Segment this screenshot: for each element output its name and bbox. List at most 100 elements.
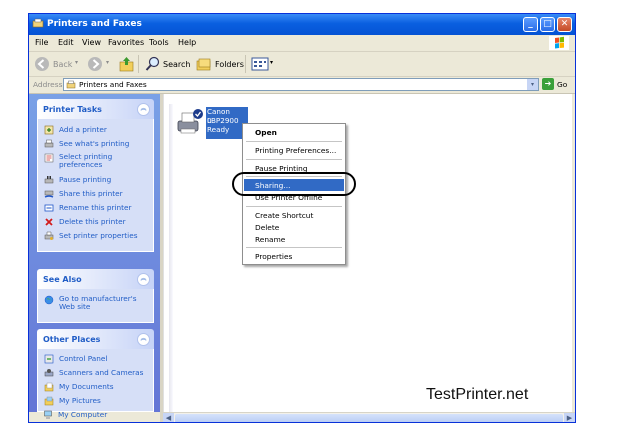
- scrollbar-thumb[interactable]: [175, 414, 563, 422]
- task-label: Set printer properties: [59, 231, 138, 240]
- other-places-panel: Control Panel Scanners and Cameras My Do…: [37, 349, 154, 412]
- globe-icon: [44, 295, 54, 305]
- printer-status: Ready: [207, 125, 230, 134]
- ctx-preferences-label: Printing Preferences...: [255, 146, 337, 155]
- views-icon[interactable]: [251, 56, 269, 72]
- see-also-title: See Also: [43, 275, 82, 284]
- collapse-chevron-icon[interactable]: ︽: [137, 103, 150, 116]
- windows-logo-icon: [549, 36, 569, 50]
- see-also-header[interactable]: See Also ︽: [37, 269, 154, 289]
- scanner-camera-icon: [44, 369, 54, 377]
- address-dropdown-icon[interactable]: ▾: [527, 79, 538, 90]
- ctx-properties[interactable]: Properties: [244, 250, 344, 262]
- folders-icon[interactable]: [196, 56, 212, 72]
- place-label: My Pictures: [59, 396, 101, 405]
- ctx-rename-label: Rename: [255, 235, 286, 244]
- pictures-folder-icon: [44, 396, 54, 406]
- folders-button-label[interactable]: Folders: [215, 60, 244, 69]
- back-dropdown-icon[interactable]: ▾: [75, 59, 78, 66]
- menu-edit[interactable]: Edit: [58, 38, 74, 47]
- printer-tasks-header[interactable]: Printer Tasks ︽: [37, 99, 154, 119]
- printer-queue-count: 0: [207, 116, 212, 125]
- task-pane: Printer Tasks ︽ Add a printer See what's…: [29, 94, 160, 419]
- place-label: My Computer: [58, 410, 108, 419]
- ctx-separator: [246, 159, 342, 160]
- collapse-chevron-icon[interactable]: ︽: [137, 273, 150, 286]
- ctx-create-shortcut[interactable]: Create Shortcut: [244, 209, 344, 221]
- scroll-right-arrow-icon[interactable]: ▶: [564, 413, 575, 422]
- ctx-delete[interactable]: Delete: [244, 221, 344, 233]
- up-folder-icon[interactable]: [119, 56, 134, 72]
- maximize-button[interactable]: □: [540, 17, 555, 32]
- ctx-rename[interactable]: Rename: [244, 233, 344, 245]
- address-value: Printers and Faxes: [79, 80, 147, 89]
- ctx-printing-preferences[interactable]: Printing Preferences...: [244, 144, 344, 156]
- ctx-shortcut-label: Create Shortcut: [255, 211, 314, 220]
- properties-icon: [44, 231, 54, 240]
- back-arrow-icon[interactable]: [34, 56, 50, 72]
- file-view: Canon LBP2900 0 Ready: [163, 94, 572, 414]
- views-dropdown-icon[interactable]: ▾: [270, 59, 273, 66]
- window-title: Printers and Faxes: [47, 19, 142, 29]
- sharing-highlight-ring: [232, 172, 356, 196]
- task-label: Go to manufacturer's Web site: [59, 294, 137, 311]
- menu-view[interactable]: View: [82, 38, 101, 47]
- printer-name: Canon LBP2900: [207, 107, 239, 125]
- task-label: Add a printer: [59, 125, 107, 134]
- go-button-label[interactable]: Go: [557, 80, 567, 89]
- content-left-shade: [169, 104, 173, 414]
- search-button-label[interactable]: Search: [163, 60, 190, 69]
- watermark: TestPrinter.net: [426, 386, 529, 403]
- forward-arrow-icon[interactable]: [87, 56, 103, 72]
- printer-folder-icon: [32, 18, 44, 28]
- task-label: Rename this printer: [59, 203, 132, 212]
- menu-bar: File Edit View Favorites Tools Help: [29, 35, 575, 52]
- printer-item[interactable]: Canon LBP2900 0 Ready: [176, 107, 248, 141]
- collapse-chevron-icon[interactable]: ︽: [137, 333, 150, 346]
- printer-icon: [177, 109, 203, 134]
- printer-folder-icon: [66, 80, 76, 89]
- computer-icon: [44, 410, 52, 419]
- printer-tasks-title: Printer Tasks: [43, 105, 102, 114]
- menu-file[interactable]: File: [35, 38, 48, 47]
- ctx-properties-label: Properties: [255, 252, 293, 261]
- preferences-icon: [44, 153, 54, 163]
- printer-tasks-panel: Add a printer See what's printing Select…: [37, 119, 154, 252]
- close-button[interactable]: ✕: [557, 17, 572, 32]
- delete-x-icon: [45, 218, 53, 226]
- toolbar: Back ▾ ▾ Search Folders ▾: [29, 52, 575, 77]
- see-also-panel: Go to manufacturer's Web site: [37, 289, 154, 323]
- ctx-separator: [246, 206, 342, 207]
- menu-help[interactable]: Help: [178, 38, 196, 47]
- scroll-left-arrow-icon[interactable]: ◀: [163, 413, 174, 422]
- place-label: My Documents: [59, 382, 114, 391]
- ctx-open[interactable]: Open: [244, 126, 344, 138]
- print-queue-icon: [44, 139, 54, 148]
- go-arrow-icon[interactable]: ➔: [542, 78, 554, 90]
- documents-folder-icon: [44, 382, 54, 392]
- pause-printer-icon: [44, 176, 54, 184]
- title-bar[interactable]: Printers and Faxes _ □ ✕: [29, 14, 575, 35]
- task-label: Pause printing: [59, 175, 112, 184]
- ctx-open-label: Open: [255, 128, 277, 137]
- task-label: Share this printer: [59, 189, 123, 198]
- back-button-label[interactable]: Back: [53, 60, 72, 69]
- search-icon[interactable]: [145, 56, 161, 72]
- menu-favorites[interactable]: Favorites: [108, 38, 144, 47]
- toolbar-separator: [138, 55, 139, 73]
- horizontal-scrollbar[interactable]: ◀ ▶: [163, 412, 575, 422]
- ctx-separator: [246, 247, 342, 248]
- share-hand-icon: [44, 190, 54, 198]
- rename-icon: [44, 204, 54, 212]
- menu-tools[interactable]: Tools: [149, 38, 169, 47]
- address-bar: Address Printers and Faxes ▾ ➔ Go: [29, 77, 575, 94]
- toolbar-separator: [245, 55, 246, 73]
- address-label: Address: [33, 80, 63, 89]
- address-field[interactable]: Printers and Faxes ▾: [63, 78, 539, 91]
- minimize-button[interactable]: _: [523, 17, 538, 32]
- task-label: Select printing preferences: [59, 152, 113, 169]
- place-label: Scanners and Cameras: [59, 368, 144, 377]
- forward-dropdown-icon[interactable]: ▾: [106, 59, 109, 66]
- control-panel-icon: [44, 354, 54, 364]
- other-places-header[interactable]: Other Places ︽: [37, 329, 154, 349]
